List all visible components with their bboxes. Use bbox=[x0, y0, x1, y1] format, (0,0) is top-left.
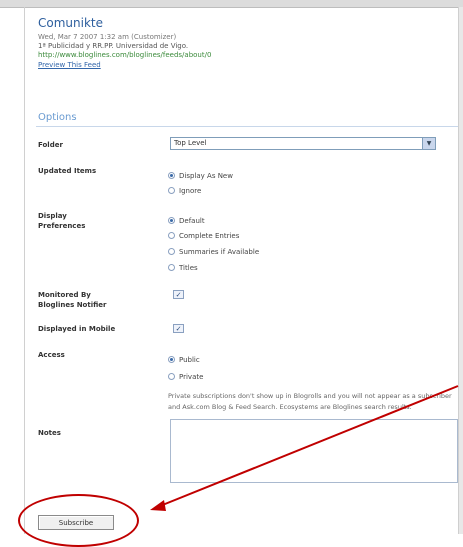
radio-button[interactable] bbox=[168, 264, 175, 271]
radio-label: Default bbox=[179, 216, 205, 225]
display-preferences-label-line2: Preferences bbox=[38, 222, 86, 230]
display-preferences-label-line1: Display bbox=[38, 212, 67, 220]
radio-label: Summaries if Available bbox=[179, 247, 260, 256]
radio-titles[interactable]: Titles bbox=[168, 257, 198, 272]
radio-button[interactable] bbox=[168, 356, 175, 363]
chevron-down-icon[interactable]: ▼ bbox=[422, 138, 435, 149]
radio-private[interactable]: Private bbox=[168, 366, 203, 381]
radio-default[interactable]: Default bbox=[168, 210, 205, 225]
access-label: Access bbox=[38, 351, 65, 359]
radio-button[interactable] bbox=[168, 248, 175, 255]
feed-description: 1ª Publicidad y RR.PP. Universidad de Vi… bbox=[38, 42, 189, 50]
preview-feed-link[interactable]: Preview This Feed bbox=[38, 61, 101, 69]
radio-public[interactable]: Public bbox=[168, 349, 200, 364]
mobile-checkbox[interactable]: ✓ bbox=[173, 324, 184, 333]
radio-button[interactable] bbox=[168, 217, 175, 224]
notes-label: Notes bbox=[38, 429, 61, 437]
monitored-label-line1: Monitored By bbox=[38, 291, 91, 299]
folder-label: Folder bbox=[38, 141, 63, 149]
monitored-label: Monitored By Bloglines Notifier bbox=[38, 290, 107, 310]
radio-summaries[interactable]: Summaries if Available bbox=[168, 241, 259, 256]
radio-label: Private bbox=[179, 372, 204, 381]
right-scrollbar[interactable] bbox=[458, 7, 463, 534]
updated-items-label: Updated Items bbox=[38, 167, 97, 175]
radio-label: Display As New bbox=[179, 171, 233, 180]
subscribe-button[interactable]: Subscribe bbox=[38, 515, 114, 530]
folder-select-value: Top Level bbox=[174, 139, 207, 147]
radio-button[interactable] bbox=[168, 373, 175, 380]
mobile-label: Displayed in Mobile bbox=[38, 325, 116, 333]
monitored-label-line2: Bloglines Notifier bbox=[38, 301, 107, 309]
feed-date: Wed, Mar 7 2007 1:32 am (Customizer) bbox=[38, 33, 177, 41]
radio-ignore[interactable]: Ignore bbox=[168, 180, 201, 195]
feed-url-link[interactable]: http://www.bloglines.com/bloglines/feeds… bbox=[38, 51, 211, 59]
radio-label: Complete Entries bbox=[179, 231, 240, 240]
radio-button[interactable] bbox=[168, 187, 175, 194]
feed-title: Comunikte bbox=[38, 16, 103, 30]
left-frame-divider bbox=[24, 7, 25, 534]
notes-textarea[interactable] bbox=[170, 419, 458, 483]
private-note: Private subscriptions don't show up in B… bbox=[168, 392, 452, 411]
folder-select[interactable]: Top Level ▼ bbox=[170, 137, 436, 150]
radio-complete-entries[interactable]: Complete Entries bbox=[168, 225, 239, 240]
options-divider bbox=[36, 126, 458, 127]
radio-label: Public bbox=[179, 355, 200, 364]
radio-button[interactable] bbox=[168, 232, 175, 239]
options-heading: Options bbox=[38, 112, 77, 123]
radio-display-as-new[interactable]: Display As New bbox=[168, 165, 233, 180]
browser-top-bar bbox=[0, 0, 463, 8]
radio-label: Titles bbox=[179, 263, 198, 272]
monitored-checkbox[interactable]: ✓ bbox=[173, 290, 184, 299]
radio-button[interactable] bbox=[168, 172, 175, 179]
radio-label: Ignore bbox=[179, 186, 202, 195]
display-preferences-label: Display Preferences bbox=[38, 211, 85, 231]
